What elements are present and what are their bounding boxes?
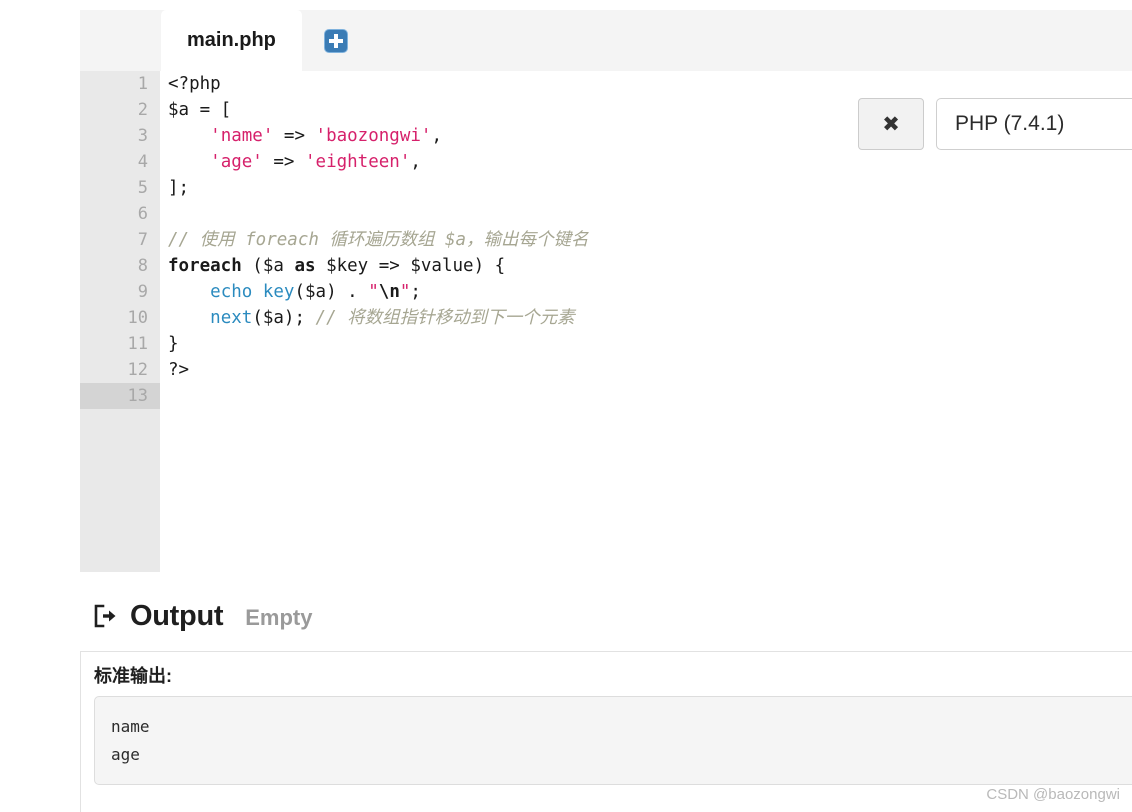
code-token: as <box>294 256 316 276</box>
line-number: 2 <box>137 100 148 120</box>
code-token: " <box>368 282 379 302</box>
tab-label: main.php <box>187 29 276 51</box>
code-token: => <box>262 152 305 172</box>
code-token: ($a); <box>252 308 316 328</box>
line-number: 1 <box>137 74 148 94</box>
output-title: Output <box>130 600 224 632</box>
code-token: } <box>168 334 179 354</box>
code-token: // 使用 foreach 循环遍历数组 $a，输出每个键名 <box>168 230 589 250</box>
stdout-label: 标准输出: <box>94 666 172 686</box>
line-number: 7 <box>137 230 148 250</box>
stdout-line: name <box>111 717 150 736</box>
code-token: \n <box>378 282 400 302</box>
code-line: echo key($a) . "\n"; <box>168 279 1132 305</box>
run-controls: ✖ PHP (7.4.1) <box>858 98 1132 150</box>
code-token: 'baozongwi' <box>315 126 432 146</box>
output-body: 标准输出: name age <box>80 651 1132 812</box>
sign-out-icon <box>92 603 118 629</box>
line-number-gutter: 1 2 3 4 5 6 7 8 9 10 11 12 13 <box>80 71 160 572</box>
code-token: next <box>210 308 253 328</box>
code-token: key <box>262 282 295 302</box>
code-token: ; <box>410 282 421 302</box>
code-token: echo <box>210 282 253 302</box>
watermark: CSDN @baozongwi <box>986 786 1120 803</box>
editor-tab-strip: main.php <box>80 10 1132 72</box>
code-token: ($a <box>241 256 295 276</box>
code-line: 'age' => 'eighteen', <box>168 149 1132 175</box>
code-token: 'eighteen' <box>305 152 411 172</box>
language-select-value: PHP (7.4.1) <box>955 112 1065 135</box>
code-line: ?> <box>168 357 1132 383</box>
code-editor-panel: main.php 1 2 3 4 5 6 7 8 9 10 11 12 13 <?php $a = [ '… <box>80 0 1132 573</box>
code-line: ]; <box>168 175 1132 201</box>
code-token: 'age' <box>210 152 263 172</box>
line-number: 11 <box>127 334 148 354</box>
code-token: // 将数组指针移动到下一个元素 <box>315 308 575 328</box>
line-number: 12 <box>127 360 148 380</box>
output-header: Output Empty <box>92 599 312 633</box>
code-token: ]; <box>168 178 190 198</box>
line-number: 6 <box>137 204 148 224</box>
line-number: 4 <box>137 152 148 172</box>
code-line: // 使用 foreach 循环遍历数组 $a，输出每个键名 <box>168 227 1132 253</box>
code-token: ($a) . <box>294 282 369 302</box>
code-line: } <box>168 331 1132 357</box>
app-root: main.php 1 2 3 4 5 6 7 8 9 10 11 12 13 <?php $a = [ '… <box>0 0 1132 812</box>
output-status-badge: Empty <box>245 605 313 630</box>
code-line: foreach ($a as $key => $value) { <box>168 253 1132 279</box>
line-number: 13 <box>80 383 160 409</box>
stdout-box: name age <box>94 696 1132 785</box>
code-line: <?php <box>168 71 1132 97</box>
code-token: , <box>431 126 442 146</box>
line-number: 3 <box>137 126 148 146</box>
line-number: 5 <box>137 178 148 198</box>
code-token: " <box>399 282 411 302</box>
line-number: 10 <box>127 308 148 328</box>
add-tab-button[interactable] <box>302 10 370 71</box>
language-select[interactable]: PHP (7.4.1) <box>936 98 1132 150</box>
code-token: , <box>410 152 421 172</box>
code-token: 'name' <box>210 126 274 146</box>
code-token: ?> <box>168 360 190 380</box>
code-token: <?php <box>168 74 221 94</box>
line-number: 9 <box>137 282 148 302</box>
code-token: foreach <box>168 256 242 276</box>
close-icon: ✖ <box>882 112 900 136</box>
close-button[interactable]: ✖ <box>858 98 924 150</box>
code-token: $key => $value) { <box>315 256 506 276</box>
stdout-line: age <box>111 745 140 764</box>
tab-main-php[interactable]: main.php <box>161 10 302 71</box>
code-token: => <box>273 126 316 146</box>
code-line: next($a); // 将数组指针移动到下一个元素 <box>168 305 1132 331</box>
line-number: 8 <box>137 256 148 276</box>
code-token: $a = [ <box>168 100 232 120</box>
output-panel: Output Empty 标准输出: name age CSDN @baozong… <box>0 573 1132 812</box>
plus-icon <box>323 28 348 53</box>
